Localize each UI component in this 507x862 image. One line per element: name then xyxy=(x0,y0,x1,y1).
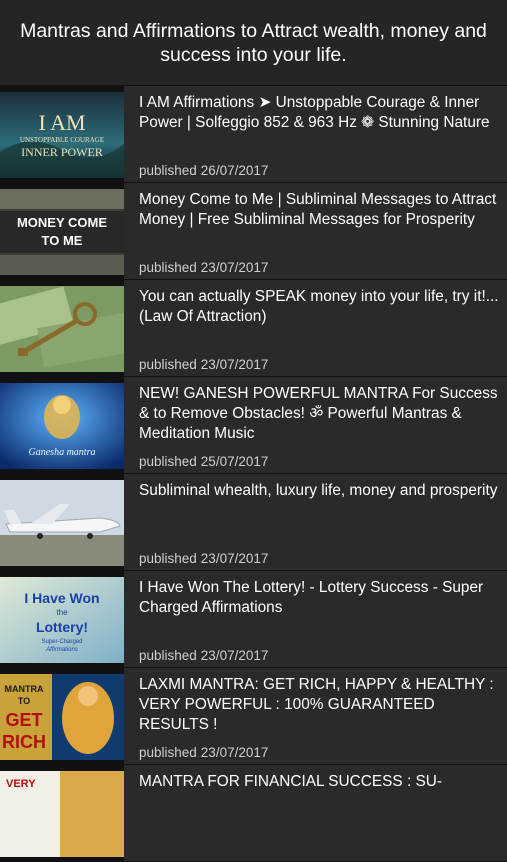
thumb-text-1: MONEY COME xyxy=(17,215,107,230)
thumbnail-image xyxy=(0,479,124,566)
item-published: published 23/07/2017 xyxy=(139,648,268,663)
published-date: 23/07/2017 xyxy=(200,551,269,566)
thumbnail-image: Ganesha mantra xyxy=(0,382,124,469)
published-date: 23/07/2017 xyxy=(200,648,269,663)
thumbnail[interactable]: Ganesha mantra xyxy=(0,377,124,474)
thumb-text-1: MANTRA xyxy=(5,684,44,694)
item-title[interactable]: You can actually SPEAK money into your l… xyxy=(139,287,499,327)
video-list: I AM UNSTOPPABLE COURAGE INNER POWER I A… xyxy=(0,86,507,862)
item-published: published 23/07/2017 xyxy=(139,551,268,566)
thumb-text-2: the xyxy=(56,608,68,617)
thumb-text-5: Affirmations xyxy=(45,647,78,653)
item-title[interactable]: NEW! GANESH POWERFUL MANTRA For Success … xyxy=(139,384,499,444)
thumbnail[interactable]: I Have Won the Lottery! Super-Charged Af… xyxy=(0,571,124,668)
page-title: Mantras and Affirmations to Attract weal… xyxy=(20,19,487,66)
thumb-text-3: GET xyxy=(5,710,42,730)
list-item[interactable]: Ganesha mantra NEW! GANESH POWERFUL MANT… xyxy=(0,377,507,474)
thumbnail-image: I AM UNSTOPPABLE COURAGE INNER POWER xyxy=(0,91,124,178)
thumbnail[interactable]: MANTRA TO GET RICH xyxy=(0,668,124,765)
item-info[interactable]: MANTRA FOR FINANCIAL SUCCESS : SU- xyxy=(124,765,507,861)
published-date: 23/07/2017 xyxy=(200,260,269,275)
item-title[interactable]: Subliminal whealth, luxury life, money a… xyxy=(139,481,499,501)
item-title[interactable]: I AM Affirmations ➤ Unstoppable Courage … xyxy=(139,93,499,133)
item-published: published 23/07/2017 xyxy=(139,260,268,275)
published-label: published xyxy=(139,648,197,663)
item-title[interactable]: Money Come to Me | Subliminal Messages t… xyxy=(139,190,499,230)
thumbnail-image xyxy=(0,285,124,372)
item-info[interactable]: NEW! GANESH POWERFUL MANTRA For Success … xyxy=(124,377,507,473)
thumb-text-1: I Have Won xyxy=(24,590,99,606)
list-item[interactable]: Subliminal whealth, luxury life, money a… xyxy=(0,474,507,571)
item-published: published 23/07/2017 xyxy=(139,357,268,372)
list-item[interactable]: VERY MANTRA FOR FINANCIAL SUCCESS : SU- xyxy=(0,765,507,862)
thumb-text-4: RICH xyxy=(2,732,46,752)
thumbnail[interactable]: MONEY COME TO ME xyxy=(0,183,124,280)
item-info[interactable]: Money Come to Me | Subliminal Messages t… xyxy=(124,183,507,279)
published-date: 23/07/2017 xyxy=(200,357,269,372)
published-label: published xyxy=(139,163,197,178)
item-info[interactable]: Subliminal whealth, luxury life, money a… xyxy=(124,474,507,570)
list-item[interactable]: You can actually SPEAK money into your l… xyxy=(0,280,507,377)
thumbnail[interactable]: VERY xyxy=(0,765,124,862)
published-label: published xyxy=(139,551,197,566)
thumbnail[interactable] xyxy=(0,474,124,571)
list-item[interactable]: MONEY COME TO ME Money Come to Me | Subl… xyxy=(0,183,507,280)
thumbnail-image: I Have Won the Lottery! Super-Charged Af… xyxy=(0,576,124,663)
thumb-text-3: INNER POWER xyxy=(21,145,103,159)
item-info[interactable]: I AM Affirmations ➤ Unstoppable Courage … xyxy=(124,86,507,182)
list-item[interactable]: MANTRA TO GET RICH LAXMI MANTRA: GET RIC… xyxy=(0,668,507,765)
page-header: Mantras and Affirmations to Attract weal… xyxy=(0,0,507,86)
item-published: published 23/07/2017 xyxy=(139,745,268,760)
thumbnail[interactable] xyxy=(0,280,124,377)
list-item[interactable]: I Have Won the Lottery! Super-Charged Af… xyxy=(0,571,507,668)
published-label: published xyxy=(139,357,197,372)
thumb-text-2: TO xyxy=(18,696,30,706)
item-info[interactable]: LAXMI MANTRA: GET RICH, HAPPY & HEALTHY … xyxy=(124,668,507,764)
thumb-text-4: Super-Charged xyxy=(41,639,82,645)
item-info[interactable]: You can actually SPEAK money into your l… xyxy=(124,280,507,376)
thumbnail[interactable]: I AM UNSTOPPABLE COURAGE INNER POWER xyxy=(0,86,124,183)
thumb-text-2: UNSTOPPABLE COURAGE xyxy=(20,136,104,144)
thumb-text-3: Lottery! xyxy=(36,619,88,635)
published-date: 25/07/2017 xyxy=(200,454,269,469)
published-date: 26/07/2017 xyxy=(200,163,269,178)
item-title[interactable]: I Have Won The Lottery! - Lottery Succes… xyxy=(139,578,499,618)
thumb-text-2: TO ME xyxy=(42,233,83,248)
published-label: published xyxy=(139,260,197,275)
published-label: published xyxy=(139,454,197,469)
item-published: published 26/07/2017 xyxy=(139,163,268,178)
thumb-text-1: I AM xyxy=(38,110,85,135)
item-title[interactable]: MANTRA FOR FINANCIAL SUCCESS : SU- xyxy=(139,772,499,792)
item-title[interactable]: LAXMI MANTRA: GET RICH, HAPPY & HEALTHY … xyxy=(139,675,499,735)
thumbnail-image: VERY xyxy=(0,771,124,857)
thumb-text-1: VERY xyxy=(6,778,36,790)
list-item[interactable]: I AM UNSTOPPABLE COURAGE INNER POWER I A… xyxy=(0,86,507,183)
thumbnail-image: MANTRA TO GET RICH xyxy=(0,673,124,760)
thumb-text-1: Ganesha mantra xyxy=(29,447,96,458)
thumbnail-image: MONEY COME TO ME xyxy=(0,188,124,275)
published-label: published xyxy=(139,745,197,760)
published-date: 23/07/2017 xyxy=(200,745,269,760)
item-published: published 25/07/2017 xyxy=(139,454,268,469)
item-info[interactable]: I Have Won The Lottery! - Lottery Succes… xyxy=(124,571,507,667)
